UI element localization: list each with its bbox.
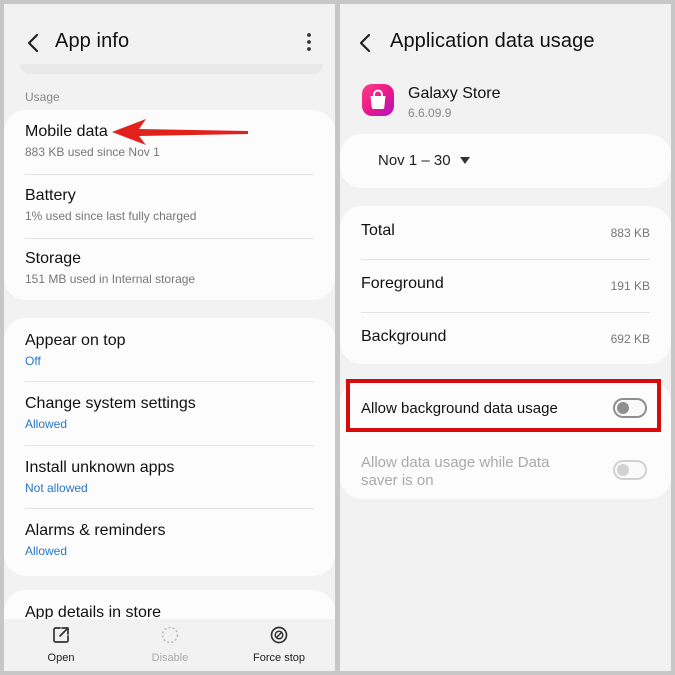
force-stop-button[interactable]: Force stop — [224, 619, 334, 671]
change-system-settings-row[interactable]: Change system settings Allowed — [4, 381, 335, 444]
scrolled-card-edge — [20, 64, 323, 74]
storage-title: Storage — [25, 250, 82, 267]
background-value: 692 KB — [610, 332, 650, 346]
permissions-card: Appear on top Off Change system settings… — [4, 318, 335, 576]
back-arrow-icon[interactable] — [356, 30, 378, 56]
background-row: Background 692 KB — [340, 312, 671, 364]
appear-on-top-row[interactable]: Appear on top Off — [4, 318, 335, 381]
shopping-bag-icon — [370, 89, 386, 110]
allow-data-saver-row: Allow data usage while Data saver is on — [340, 441, 671, 495]
allow-data-saver-toggle — [613, 460, 647, 480]
open-label: Open — [47, 652, 75, 664]
red-pointer-arrow — [112, 119, 248, 145]
background-label: Background — [361, 328, 447, 345]
force-stop-label: Force stop — [253, 652, 305, 664]
appear-on-top-status: Off — [25, 354, 41, 368]
change-system-settings-status: Allowed — [25, 417, 68, 431]
force-stop-icon — [270, 626, 288, 644]
usage-section-label: Usage — [25, 90, 60, 104]
foreground-label: Foreground — [361, 275, 444, 292]
usage-breakdown-card: Total 883 KB Foreground 191 KB Backgroun… — [340, 206, 671, 364]
total-label: Total — [361, 222, 395, 239]
mobile-data-title: Mobile data — [25, 123, 108, 140]
install-unknown-apps-status: Not allowed — [25, 481, 88, 495]
disable-label: Disable — [151, 652, 189, 664]
page-title: Application data usage — [390, 30, 595, 52]
storage-row[interactable]: Storage 151 MB used in Internal storage — [4, 238, 335, 300]
dropdown-caret-icon[interactable] — [459, 156, 471, 166]
allow-data-saver-label-line2: saver is on — [361, 472, 434, 489]
back-arrow-icon[interactable] — [24, 30, 46, 56]
foreground-value: 191 KB — [610, 279, 650, 293]
page-title: App info — [55, 30, 130, 52]
bottom-action-bar: Open Disable Force stop — [4, 619, 335, 671]
battery-title: Battery — [25, 187, 76, 204]
disable-button[interactable]: Disable — [115, 619, 225, 671]
install-unknown-apps-row[interactable]: Install unknown apps Not allowed — [4, 445, 335, 508]
alarms-reminders-status: Allowed — [25, 544, 68, 558]
app-name: Galaxy Store — [408, 85, 501, 102]
alarms-reminders-title: Alarms & reminders — [25, 522, 166, 539]
open-button[interactable]: Open — [6, 619, 116, 671]
battery-sub: 1% used since last fully charged — [25, 209, 197, 223]
app-info-screen: App info Usage Mobile data 883 KB used s… — [4, 4, 335, 671]
battery-row[interactable]: Battery 1% used since last fully charged — [4, 174, 335, 237]
foreground-row: Foreground 191 KB — [340, 259, 671, 311]
red-highlight-box — [346, 379, 661, 432]
galaxy-store-app-icon — [362, 84, 394, 116]
more-vert-icon[interactable] — [303, 30, 315, 54]
application-data-usage-screen: Application data usage Galaxy Store 6.6.… — [340, 4, 671, 671]
allow-data-saver-label-line1: Allow data usage while Data — [361, 454, 550, 471]
app-version: 6.6.09.9 — [408, 106, 452, 120]
install-unknown-apps-title: Install unknown apps — [25, 459, 175, 476]
alarms-reminders-row[interactable]: Alarms & reminders Allowed — [4, 508, 335, 571]
open-external-icon — [53, 627, 69, 643]
period-selector[interactable]: Nov 1 – 30 — [378, 152, 451, 169]
data-usage-header: Application data usage — [340, 4, 671, 76]
disable-icon — [161, 626, 179, 644]
change-system-settings-title: Change system settings — [25, 395, 196, 412]
total-value: 883 KB — [610, 226, 650, 240]
storage-sub: 151 MB used in Internal storage — [25, 272, 196, 286]
mobile-data-sub: 883 KB used since Nov 1 — [25, 145, 160, 159]
appear-on-top-title: Appear on top — [25, 332, 126, 349]
total-row: Total 883 KB — [340, 206, 671, 258]
